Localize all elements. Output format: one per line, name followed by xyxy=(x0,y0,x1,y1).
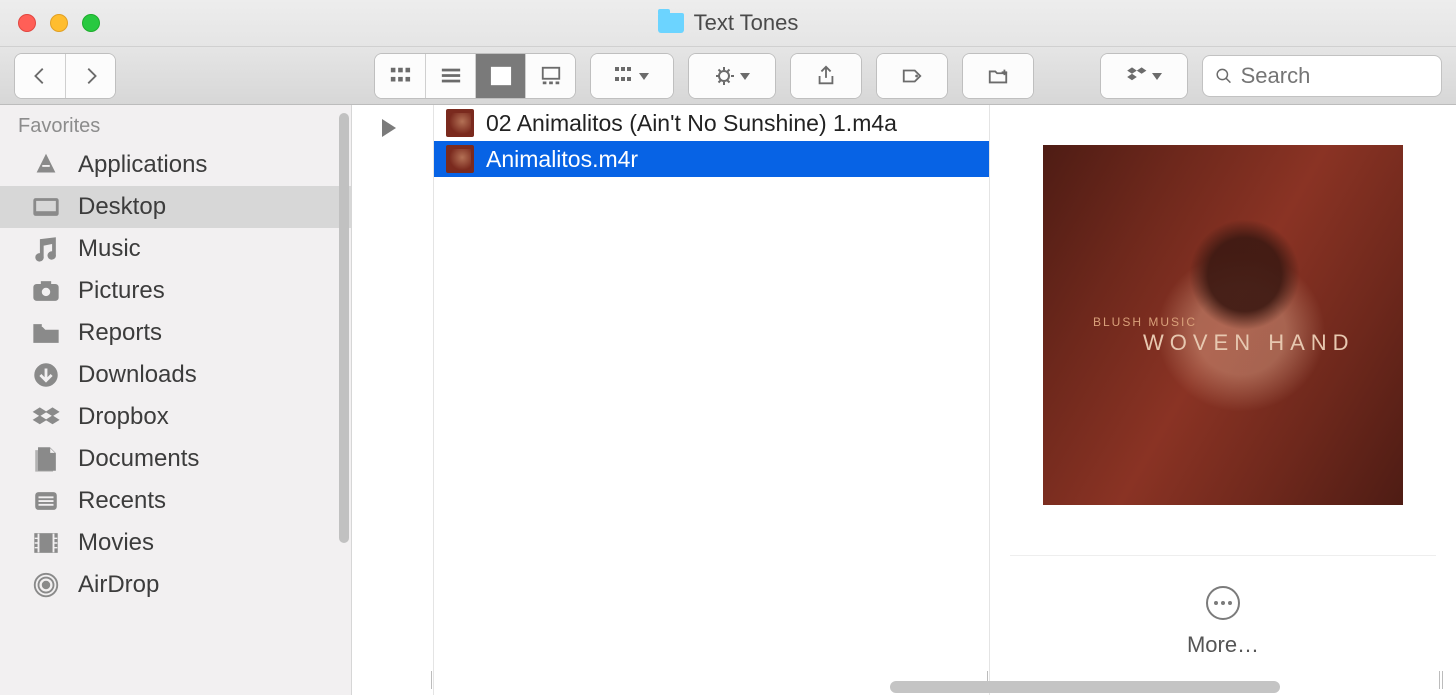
grid-icon xyxy=(388,65,412,87)
gear-icon xyxy=(714,65,750,87)
sidebar-item-recents[interactable]: Recents xyxy=(0,480,351,522)
file-row[interactable]: Animalitos.m4r xyxy=(434,141,989,177)
action-button-group xyxy=(688,53,776,99)
preview-column: BLUSH MUSIC WOVEN HAND More… xyxy=(990,105,1456,695)
sidebar-item-airdrop[interactable]: AirDrop xyxy=(0,564,351,606)
album-title: WOVEN HAND xyxy=(1143,330,1355,356)
tag-icon xyxy=(900,65,924,87)
file-row[interactable]: 02 Animalitos (Ain't No Sunshine) 1.m4a xyxy=(434,105,989,141)
horizontal-scrollbar[interactable] xyxy=(890,681,1280,693)
sidebar: Favorites Applications Desktop Music Pic… xyxy=(0,105,352,695)
columns-icon xyxy=(489,65,513,87)
new-folder-button[interactable] xyxy=(963,54,1033,98)
sidebar-item-movies[interactable]: Movies xyxy=(0,522,351,564)
folder-plus-icon xyxy=(986,65,1010,87)
sidebar-item-music[interactable]: Music xyxy=(0,228,351,270)
sidebar-item-label: Dropbox xyxy=(78,403,169,431)
chevron-right-icon xyxy=(79,65,103,87)
list-view-button[interactable] xyxy=(425,54,475,98)
file-name: Animalitos.m4r xyxy=(486,146,638,173)
sidebar-item-label: Applications xyxy=(78,151,207,179)
gallery-icon xyxy=(539,65,563,87)
forward-button[interactable] xyxy=(65,54,115,98)
sidebar-item-label: AirDrop xyxy=(78,571,159,599)
sidebar-item-label: Reports xyxy=(78,319,162,347)
sidebar-item-label: Pictures xyxy=(78,277,165,305)
list-icon xyxy=(439,65,463,87)
desktop-icon xyxy=(30,193,62,221)
file-list-column: 02 Animalitos (Ain't No Sunshine) 1.m4a … xyxy=(434,105,990,695)
preview-artwork: BLUSH MUSIC WOVEN HAND xyxy=(1043,145,1403,505)
window-titlebar: Text Tones xyxy=(0,0,1456,47)
sidebar-item-label: Documents xyxy=(78,445,199,473)
sidebar-item-reports[interactable]: Reports xyxy=(0,312,351,354)
sidebar-scrollbar[interactable] xyxy=(339,113,349,543)
back-button[interactable] xyxy=(15,54,65,98)
window-title-text: Text Tones xyxy=(694,10,799,36)
window-controls xyxy=(0,14,100,32)
minimize-window-button[interactable] xyxy=(50,14,68,32)
search-icon xyxy=(1215,66,1233,86)
sidebar-item-label: Desktop xyxy=(78,193,166,221)
action-button[interactable] xyxy=(689,54,775,98)
file-thumbnail-icon xyxy=(446,109,474,137)
main-area: Favorites Applications Desktop Music Pic… xyxy=(0,105,1456,695)
view-mode-buttons xyxy=(374,53,576,99)
file-name: 02 Animalitos (Ain't No Sunshine) 1.m4a xyxy=(486,110,897,137)
sidebar-item-applications[interactable]: Applications xyxy=(0,144,351,186)
icon-view-button[interactable] xyxy=(375,54,425,98)
search-input[interactable] xyxy=(1241,63,1429,89)
group-icon xyxy=(615,65,649,87)
preview-more: More… xyxy=(1010,555,1436,658)
sidebar-item-label: Movies xyxy=(78,529,154,557)
close-window-button[interactable] xyxy=(18,14,36,32)
recents-icon xyxy=(30,487,62,515)
chevron-left-icon xyxy=(28,65,52,87)
applications-icon xyxy=(30,151,62,179)
album-subtitle: BLUSH MUSIC xyxy=(1093,315,1197,329)
toolbar xyxy=(0,47,1456,105)
dropbox-button[interactable] xyxy=(1101,54,1187,98)
sidebar-item-desktop[interactable]: Desktop xyxy=(0,186,351,228)
file-thumbnail-icon xyxy=(446,145,474,173)
disclosure-triangle-icon[interactable] xyxy=(382,119,396,137)
sidebar-item-pictures[interactable]: Pictures xyxy=(0,270,351,312)
documents-icon xyxy=(30,445,62,473)
sidebar-item-dropbox[interactable]: Dropbox xyxy=(0,396,351,438)
sidebar-item-documents[interactable]: Documents xyxy=(0,438,351,480)
pictures-icon xyxy=(30,277,62,305)
folder-icon xyxy=(658,13,684,33)
sidebar-item-label: Music xyxy=(78,235,141,263)
search-field[interactable] xyxy=(1202,55,1442,97)
column-view-button[interactable] xyxy=(475,54,525,98)
music-icon xyxy=(30,235,62,263)
column-resize-handle[interactable] xyxy=(1438,671,1444,689)
airdrop-icon xyxy=(30,571,62,599)
group-by-button-group xyxy=(590,53,674,99)
sidebar-item-label: Downloads xyxy=(78,361,197,389)
more-button[interactable] xyxy=(1206,586,1240,620)
downloads-icon xyxy=(30,361,62,389)
dropbox-icon xyxy=(30,403,62,431)
share-icon xyxy=(814,65,838,87)
folder-icon xyxy=(30,319,62,347)
sidebar-item-label: Recents xyxy=(78,487,166,515)
ellipsis-dot-icon xyxy=(1228,601,1232,605)
share-button[interactable] xyxy=(791,54,861,98)
tags-button[interactable] xyxy=(877,54,947,98)
window-title: Text Tones xyxy=(0,10,1456,36)
sidebar-header: Favorites xyxy=(0,105,351,144)
gallery-view-button[interactable] xyxy=(525,54,575,98)
dropbox-icon xyxy=(1126,65,1162,87)
sidebar-item-downloads[interactable]: Downloads xyxy=(0,354,351,396)
ellipsis-dot-icon xyxy=(1214,601,1218,605)
group-by-button[interactable] xyxy=(591,54,673,98)
movies-icon xyxy=(30,529,62,557)
more-label: More… xyxy=(1187,632,1259,658)
parent-column xyxy=(352,105,434,695)
ellipsis-dot-icon xyxy=(1221,601,1225,605)
nav-buttons xyxy=(14,53,116,99)
zoom-window-button[interactable] xyxy=(82,14,100,32)
